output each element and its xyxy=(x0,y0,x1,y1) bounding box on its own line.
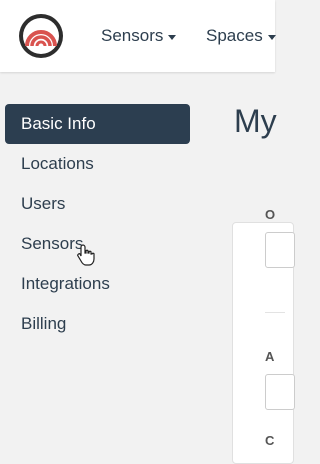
sidebar-item-locations[interactable]: Locations xyxy=(5,144,190,184)
text-input[interactable] xyxy=(265,374,295,410)
page-title: My xyxy=(234,103,277,139)
sidebar-item-users[interactable]: Users xyxy=(5,184,190,224)
field-label: A xyxy=(265,349,275,364)
top-navbar: Sensors Spaces xyxy=(0,0,276,72)
nav-spaces-dropdown[interactable]: Spaces xyxy=(206,26,276,46)
text-input[interactable] xyxy=(265,232,295,268)
nav-sensors-label: Sensors xyxy=(101,26,164,45)
sidebar-item-basic-info[interactable]: Basic Info xyxy=(5,104,190,144)
field-label: O xyxy=(265,207,276,222)
field-label: C xyxy=(265,433,275,448)
nav-sensors-dropdown[interactable]: Sensors xyxy=(101,26,177,46)
sidebar-item-sensors[interactable]: Sensors xyxy=(5,224,190,264)
chevron-down-icon xyxy=(168,34,177,40)
chevron-down-icon xyxy=(267,34,276,40)
sidebar-item-integrations[interactable]: Integrations xyxy=(5,264,190,304)
hand-pointer-icon xyxy=(77,244,95,266)
logo-icon[interactable] xyxy=(18,13,64,59)
divider xyxy=(265,312,285,313)
sidebar-item-billing[interactable]: Billing xyxy=(5,304,190,344)
nav-spaces-label: Spaces xyxy=(206,26,263,45)
